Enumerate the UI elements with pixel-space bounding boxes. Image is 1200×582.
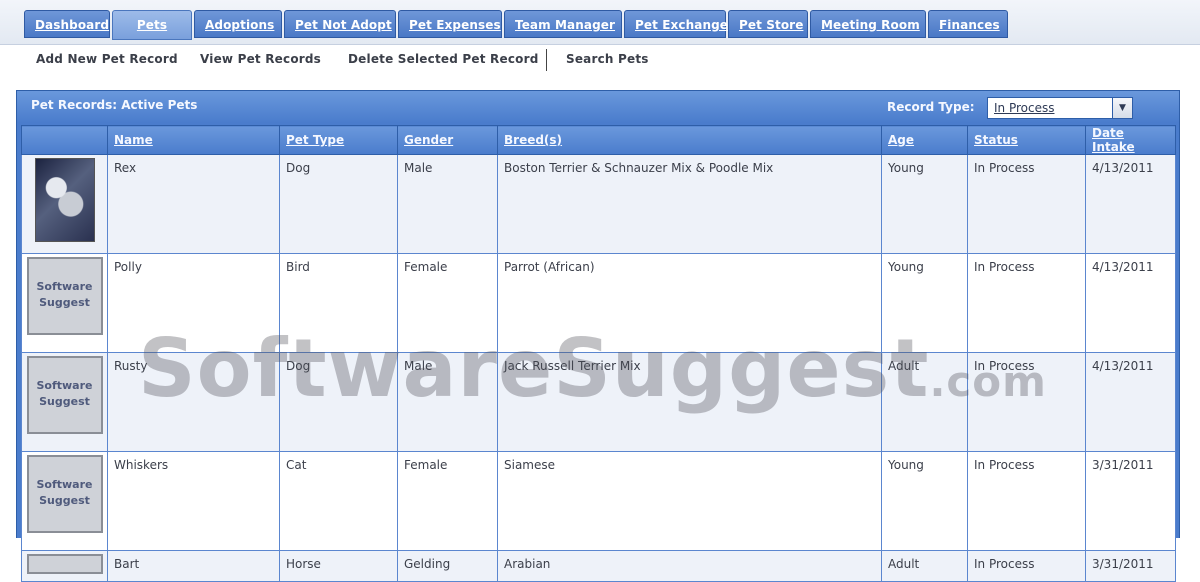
pet-gender: Male (397, 352, 498, 452)
record-type-select[interactable]: In Process ▼ (987, 97, 1133, 119)
pet-name: Polly (107, 253, 280, 353)
column-header-gender[interactable]: Gender (397, 125, 498, 155)
placeholder-image: Software Suggest (26, 356, 103, 434)
pet-records-panel: Pet Records: Active Pets Record Type: In… (16, 90, 1180, 582)
tab-pet-not-adopt[interactable]: Pet Not Adopt (284, 10, 396, 38)
main-tabs: Dashboard Pets Adoptions Pet Not Adopt P… (24, 10, 1008, 40)
pet-type: Dog (279, 352, 398, 452)
pet-date-intake: 4/13/2011 (1085, 154, 1176, 254)
pet-breed: Arabian (497, 550, 882, 582)
pet-type: Cat (279, 451, 398, 551)
tab-adoptions[interactable]: Adoptions (194, 10, 282, 38)
subnav-divider (546, 49, 547, 71)
pet-photo-cell: Software Suggest (21, 451, 108, 551)
pet-age: Young (881, 451, 968, 551)
pet-photo-cell: Software Suggest (21, 253, 108, 353)
pet-type: Dog (279, 154, 398, 254)
table-row[interactable]: Rex Dog Male Boston Terrier & Schnauzer … (21, 154, 1176, 254)
view-pet-records-link[interactable]: View Pet Records (200, 52, 321, 66)
placeholder-image: Software Suggest (26, 257, 103, 335)
tab-meeting-room[interactable]: Meeting Room (810, 10, 926, 38)
record-type-label: Record Type: (887, 100, 975, 114)
pet-age: Young (881, 154, 968, 254)
pet-records-table: Name Pet Type Gender Breed(s) Age Status… (21, 125, 1176, 582)
pet-date-intake: 4/13/2011 (1085, 352, 1176, 452)
column-header-name[interactable]: Name (107, 125, 280, 155)
pet-age: Adult (881, 352, 968, 452)
pet-gender: Female (397, 451, 498, 551)
column-header-date-intake[interactable]: Date Intake (1085, 125, 1176, 155)
pet-breed: Siamese (497, 451, 882, 551)
tab-pet-store[interactable]: Pet Store (728, 10, 808, 38)
pet-date-intake: 3/31/2011 (1085, 550, 1176, 582)
panel-title: Pet Records: Active Pets (31, 98, 198, 112)
pet-date-intake: 4/13/2011 (1085, 253, 1176, 353)
table-row[interactable]: Software Suggest Rusty Dog Male Jack Rus… (21, 352, 1176, 452)
pet-photo-cell (21, 550, 108, 582)
tab-dashboard[interactable]: Dashboard (24, 10, 110, 38)
pet-status: In Process (967, 352, 1086, 452)
chevron-down-icon[interactable]: ▼ (1112, 98, 1132, 118)
pet-gender: Male (397, 154, 498, 254)
top-navigation: Dashboard Pets Adoptions Pet Not Adopt P… (0, 0, 1200, 45)
pet-photo-cell: Software Suggest (21, 352, 108, 452)
pet-gender: Female (397, 253, 498, 353)
tab-pet-expenses[interactable]: Pet Expenses (398, 10, 502, 38)
pet-status: In Process (967, 550, 1086, 582)
pet-photo-cell (21, 154, 108, 254)
pet-status: In Process (967, 154, 1086, 254)
pet-status: In Process (967, 253, 1086, 353)
search-pets-link[interactable]: Search Pets (566, 52, 649, 66)
table-row[interactable]: Bart Horse Gelding Arabian Adult In Proc… (21, 550, 1176, 582)
pet-type: Bird (279, 253, 398, 353)
pet-name: Whiskers (107, 451, 280, 551)
panel-header: Pet Records: Active Pets Record Type: In… (17, 91, 1179, 123)
tab-team-manager[interactable]: Team Manager (504, 10, 622, 38)
table-header-row: Name Pet Type Gender Breed(s) Age Status… (21, 125, 1176, 155)
pet-name: Bart (107, 550, 280, 582)
pet-status: In Process (967, 451, 1086, 551)
pet-age: Young (881, 253, 968, 353)
column-header-breeds[interactable]: Breed(s) (497, 125, 882, 155)
tab-pets[interactable]: Pets (112, 10, 192, 40)
pet-type: Horse (279, 550, 398, 582)
pet-breed: Boston Terrier & Schnauzer Mix & Poodle … (497, 154, 882, 254)
column-header-photo (21, 125, 108, 155)
sub-navigation: Add New Pet Record View Pet Records Dele… (0, 45, 1200, 75)
placeholder-image (26, 554, 103, 574)
pet-date-intake: 3/31/2011 (1085, 451, 1176, 551)
tab-finances[interactable]: Finances (928, 10, 1008, 38)
pet-breed: Parrot (African) (497, 253, 882, 353)
column-header-age[interactable]: Age (881, 125, 968, 155)
pet-photo (34, 158, 95, 242)
tab-pet-exchange[interactable]: Pet Exchange (624, 10, 728, 38)
pet-breed: Jack Russell Terrier Mix (497, 352, 882, 452)
record-type-value: In Process (994, 101, 1055, 115)
delete-pet-record-link[interactable]: Delete Selected Pet Record (348, 52, 539, 66)
add-pet-record-link[interactable]: Add New Pet Record (36, 52, 178, 66)
placeholder-image: Software Suggest (26, 455, 103, 533)
table-row[interactable]: Software Suggest Whiskers Cat Female Sia… (21, 451, 1176, 551)
column-header-pet-type[interactable]: Pet Type (279, 125, 398, 155)
column-header-status[interactable]: Status (967, 125, 1086, 155)
pet-gender: Gelding (397, 550, 498, 582)
pet-name: Rusty (107, 352, 280, 452)
pet-age: Adult (881, 550, 968, 582)
pet-name: Rex (107, 154, 280, 254)
table-row[interactable]: Software Suggest Polly Bird Female Parro… (21, 253, 1176, 353)
